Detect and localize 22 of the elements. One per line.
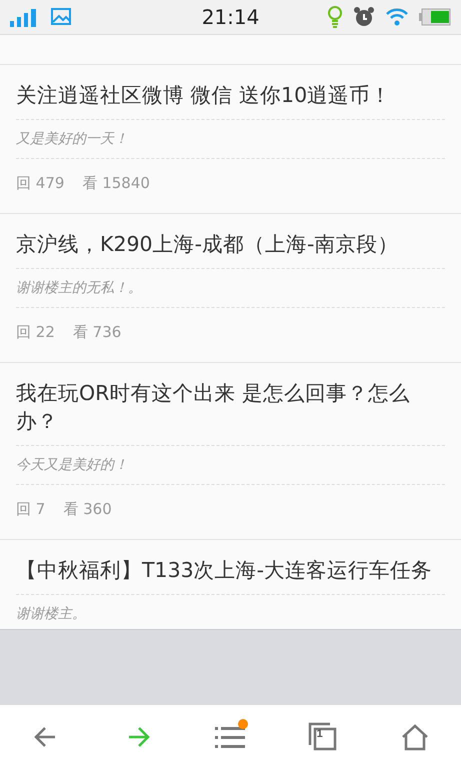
view-count: 看 736 [72, 323, 122, 342]
post-title: 京沪线，K290上海-成都（上海-南京段） [16, 214, 445, 269]
latest-reply: 谢谢楼主的无私！。 [16, 269, 445, 308]
home-icon [400, 722, 430, 750]
latest-reply: 今天又是美好的！ [16, 446, 445, 485]
post-title: 关注逍遥社区微博 微信 送你10逍遥币！ [16, 65, 445, 120]
image-icon [50, 7, 72, 27]
tabs-button[interactable]: 1 [300, 714, 345, 758]
reply-count: 回 22 [16, 323, 55, 342]
tabs-icon [306, 720, 339, 752]
post-title: 【中秋福利】T133次上海-大连客运行车任务 [16, 540, 445, 595]
clock-time: 21:14 [202, 5, 260, 29]
view-count: 看 360 [63, 500, 112, 519]
latest-reply: 又是美好的一天！ [16, 120, 445, 159]
reply-count: 回 479 [16, 174, 64, 193]
post-title: 我在玩OR时有这个出来 是怎么回事？怎么办？ [16, 363, 445, 446]
wifi-icon [385, 7, 410, 27]
view-count: 看 15840 [82, 174, 150, 193]
lightbulb-icon [327, 6, 344, 28]
alarm-clock-icon [353, 6, 376, 28]
battery-icon [419, 8, 452, 26]
reply-count: 回 7 [16, 500, 46, 519]
